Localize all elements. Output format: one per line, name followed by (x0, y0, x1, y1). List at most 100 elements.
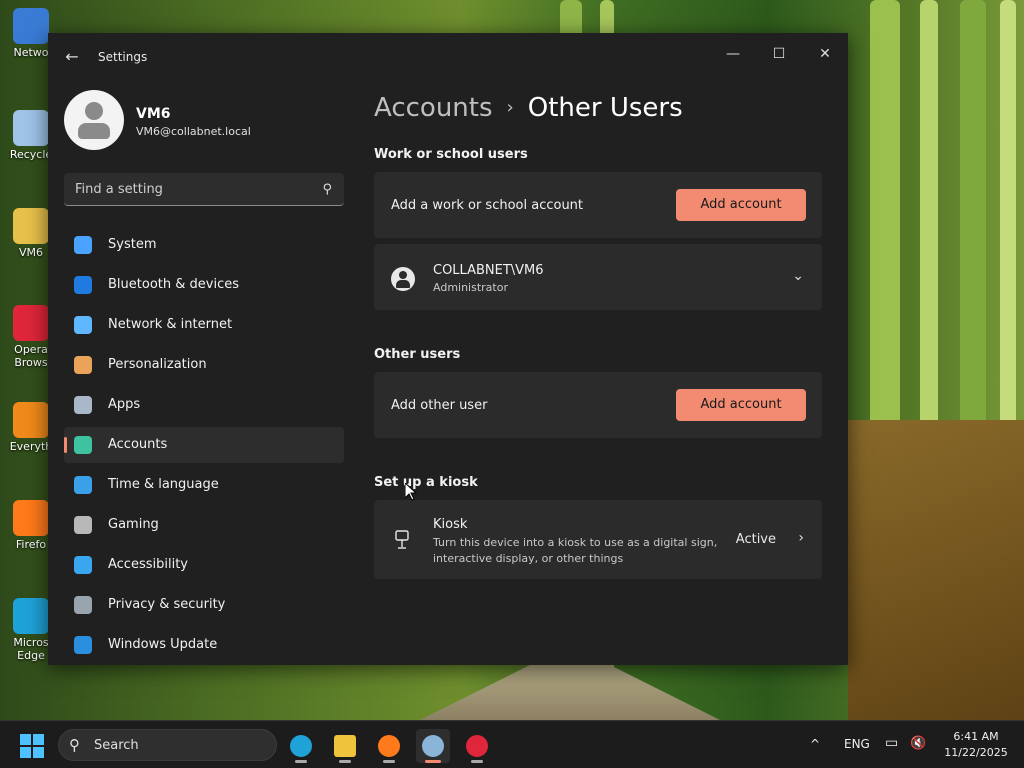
add-other-user-label: Add other user (391, 398, 488, 413)
sidebar-item-label: Gaming (108, 517, 159, 532)
bluetooth-icon (74, 276, 92, 294)
search-icon: ⚲ (69, 736, 80, 754)
breadcrumb-parent[interactable]: Accounts (374, 93, 493, 123)
sidebar-item-accounts[interactable]: Accounts (64, 427, 344, 463)
running-indicator (425, 760, 441, 763)
sidebar-item-label: Windows Update (108, 637, 218, 652)
language-indicator[interactable]: ENG (844, 737, 870, 751)
desktop-app-icon (13, 110, 49, 146)
clock-date: 11/22/2025 (944, 746, 1008, 759)
clock-time: 6:41 AM (953, 730, 999, 743)
taskbar-edge-button[interactable] (284, 729, 318, 763)
desktop-app-icon (13, 305, 49, 341)
profile-name: VM6 (136, 106, 171, 122)
avatar-head-icon (85, 102, 103, 120)
profile-email: VM6@collabnet.local (136, 125, 251, 138)
desktop-app-icon (13, 500, 49, 536)
desktop-app-icon (13, 8, 49, 44)
sidebar-nav: System Bluetooth & devices Network & inter… (64, 227, 344, 665)
desktop-app-icon (13, 402, 49, 438)
sidebar-item-windows-update[interactable]: Windows Update (64, 627, 344, 663)
clock-globe-icon (74, 476, 92, 494)
volume-muted-icon[interactable]: 🔇 (910, 736, 926, 751)
chevron-down-icon[interactable]: ⌄ (792, 268, 804, 284)
edge-icon (290, 735, 312, 757)
kiosk-icon (395, 530, 409, 549)
search-icon: ⚲ (322, 182, 332, 197)
brush-icon (74, 356, 92, 374)
firefox-icon (378, 735, 400, 757)
work-user-name: COLLABNET\VM6 (433, 263, 544, 278)
sidebar-item-time-language[interactable]: Time & language (64, 467, 344, 503)
sidebar-item-label: Privacy & security (108, 597, 226, 612)
desktop-app-icon (13, 208, 49, 244)
update-icon (74, 636, 92, 654)
accessibility-icon (74, 556, 92, 574)
sidebar-item-label: Network & internet (108, 317, 233, 332)
kiosk-description: Turn this device into a kiosk to use as … (433, 536, 718, 565)
taskbar-firefox-button[interactable] (372, 729, 406, 763)
search-placeholder: Find a setting (75, 182, 163, 197)
add-work-account-button[interactable]: Add account (676, 189, 806, 221)
user-profile[interactable]: VM6 VM6@collabnet.local (64, 90, 364, 150)
apps-icon (74, 396, 92, 414)
kiosk-section-title: Set up a kiosk (374, 475, 478, 490)
sidebar-item-accessibility[interactable]: Accessibility (64, 547, 344, 583)
work-user-card[interactable]: COLLABNET\VM6 Administrator ⌄ (374, 244, 822, 310)
sidebar-item-label: System (108, 237, 157, 252)
sidebar-item-privacy-security[interactable]: Privacy & security (64, 587, 344, 623)
taskbar-opera-button[interactable] (460, 729, 494, 763)
running-indicator (339, 760, 351, 763)
taskbar: ⚲ Search ^ ENG ▭ 🔇 6:41 AM 11/22/2025 (0, 720, 1024, 768)
accounts-icon (74, 436, 92, 454)
add-other-user-card: Add other user Add account (374, 372, 822, 438)
running-indicator (471, 760, 483, 763)
file-explorer-icon (334, 735, 356, 757)
settings-icon (422, 735, 444, 757)
find-setting-input[interactable]: Find a setting ⚲ (64, 173, 344, 206)
sidebar-item-apps[interactable]: Apps (64, 387, 344, 423)
taskbar-search-placeholder: Search (94, 738, 139, 753)
kiosk-status: Active (735, 532, 776, 547)
taskbar-file-explorer-button[interactable] (328, 729, 362, 763)
work-user-role: Administrator (433, 281, 508, 294)
show-hidden-icons-chevron[interactable]: ^ (810, 737, 820, 751)
other-users-section-title: Other users (374, 347, 461, 362)
mouse-cursor-icon (405, 483, 417, 501)
sidebar-item-personalization[interactable]: Personalization (64, 347, 344, 383)
sidebar-item-label: Accessibility (108, 557, 188, 572)
add-other-user-button[interactable]: Add account (676, 389, 806, 421)
add-work-account-card: Add a work or school account Add account (374, 172, 822, 238)
sidebar-item-label: Time & language (108, 477, 219, 492)
window-title: Settings (98, 50, 148, 64)
back-arrow-icon[interactable]: ← (62, 47, 82, 67)
work-school-section-title: Work or school users (374, 147, 528, 162)
network-icon[interactable]: ▭ (885, 735, 898, 751)
sidebar-item-bluetooth-devices[interactable]: Bluetooth & devices (64, 267, 344, 303)
sidebar-item-label: Personalization (108, 357, 207, 372)
forest-path (420, 660, 720, 720)
breadcrumb: Accounts › Other Users (374, 93, 683, 123)
gamepad-icon (74, 516, 92, 534)
page-title: Other Users (527, 93, 683, 123)
sidebar-item-system[interactable]: System (64, 227, 344, 263)
taskbar-settings-button[interactable] (416, 729, 450, 763)
opera-icon (466, 735, 488, 757)
settings-window: ← Settings — ☐ ✕ VM6 VM6@collabnet.local… (48, 33, 848, 665)
chevron-right-icon[interactable]: › (798, 530, 804, 546)
kiosk-card[interactable]: Kiosk Turn this device into a kiosk to u… (374, 500, 822, 579)
avatar (64, 90, 124, 150)
taskbar-search-box[interactable]: ⚲ Search (58, 729, 277, 761)
shield-icon (74, 596, 92, 614)
kiosk-title: Kiosk (433, 517, 468, 532)
add-work-account-label: Add a work or school account (391, 198, 584, 213)
sidebar-item-network-internet[interactable]: Network & internet (64, 307, 344, 343)
sidebar-item-label: Apps (108, 397, 141, 412)
sidebar-item-label: Accounts (108, 437, 168, 452)
ground-foliage (848, 420, 1024, 720)
user-icon (391, 267, 415, 291)
sidebar-item-label: Bluetooth & devices (108, 277, 239, 292)
system-clock[interactable]: 6:41 AM 11/22/2025 (938, 729, 1014, 761)
sidebar-item-gaming[interactable]: Gaming (64, 507, 344, 543)
start-button[interactable] (20, 734, 44, 758)
